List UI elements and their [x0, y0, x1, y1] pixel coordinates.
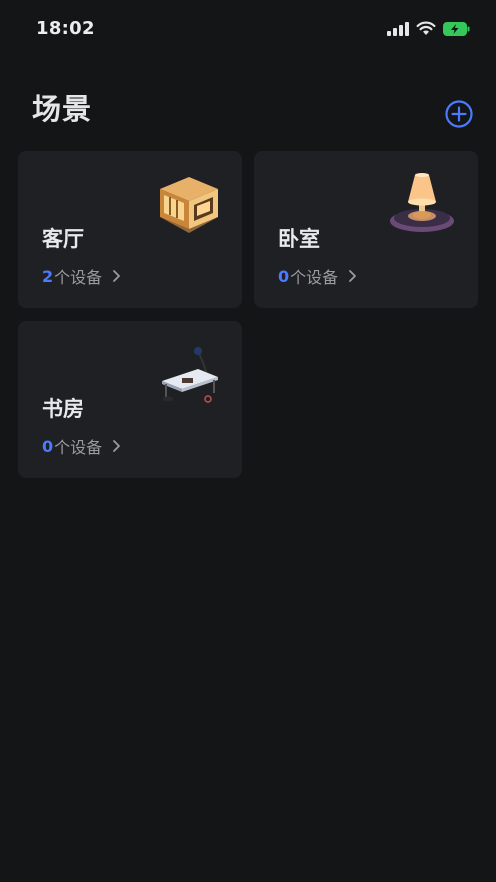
status-bar: 18:02: [0, 0, 496, 60]
device-count: 0 个设备: [278, 264, 358, 288]
cellular-signal-icon: [387, 21, 409, 36]
chevron-right-icon: [113, 270, 121, 282]
chevron-right-icon: [113, 440, 121, 452]
add-scene-button[interactable]: [444, 99, 474, 129]
scene-name: 卧室: [278, 227, 320, 251]
device-count-number: 0: [42, 436, 54, 456]
house-icon: [160, 177, 218, 233]
status-time: 18:02: [36, 18, 95, 39]
scene-card-bedroom[interactable]: 卧室 0 个设备: [254, 151, 478, 308]
page-title: 场景: [32, 92, 93, 126]
scene-card-living-room[interactable]: 客厅 2 个设备: [18, 151, 242, 308]
device-count: 2 个设备: [42, 264, 122, 288]
device-count-label: 个设备: [290, 268, 339, 287]
desk-icon: [162, 347, 218, 403]
scene-card-study[interactable]: 书房 0 个设备: [18, 321, 242, 478]
device-count-number: 0: [278, 266, 290, 286]
device-count-number: 2: [42, 266, 54, 286]
battery-charging-icon: [443, 21, 470, 36]
status-icons: [387, 21, 470, 36]
device-count-label: 个设备: [54, 268, 103, 287]
plus-circle-icon: [445, 100, 473, 128]
wifi-icon: [416, 21, 436, 35]
device-count-label: 个设备: [54, 438, 103, 457]
chevron-right-icon: [349, 270, 357, 282]
device-count: 0 个设备: [42, 434, 122, 458]
scene-name: 客厅: [42, 227, 84, 251]
scene-name: 书房: [42, 397, 84, 421]
lamp-icon: [390, 173, 454, 232]
